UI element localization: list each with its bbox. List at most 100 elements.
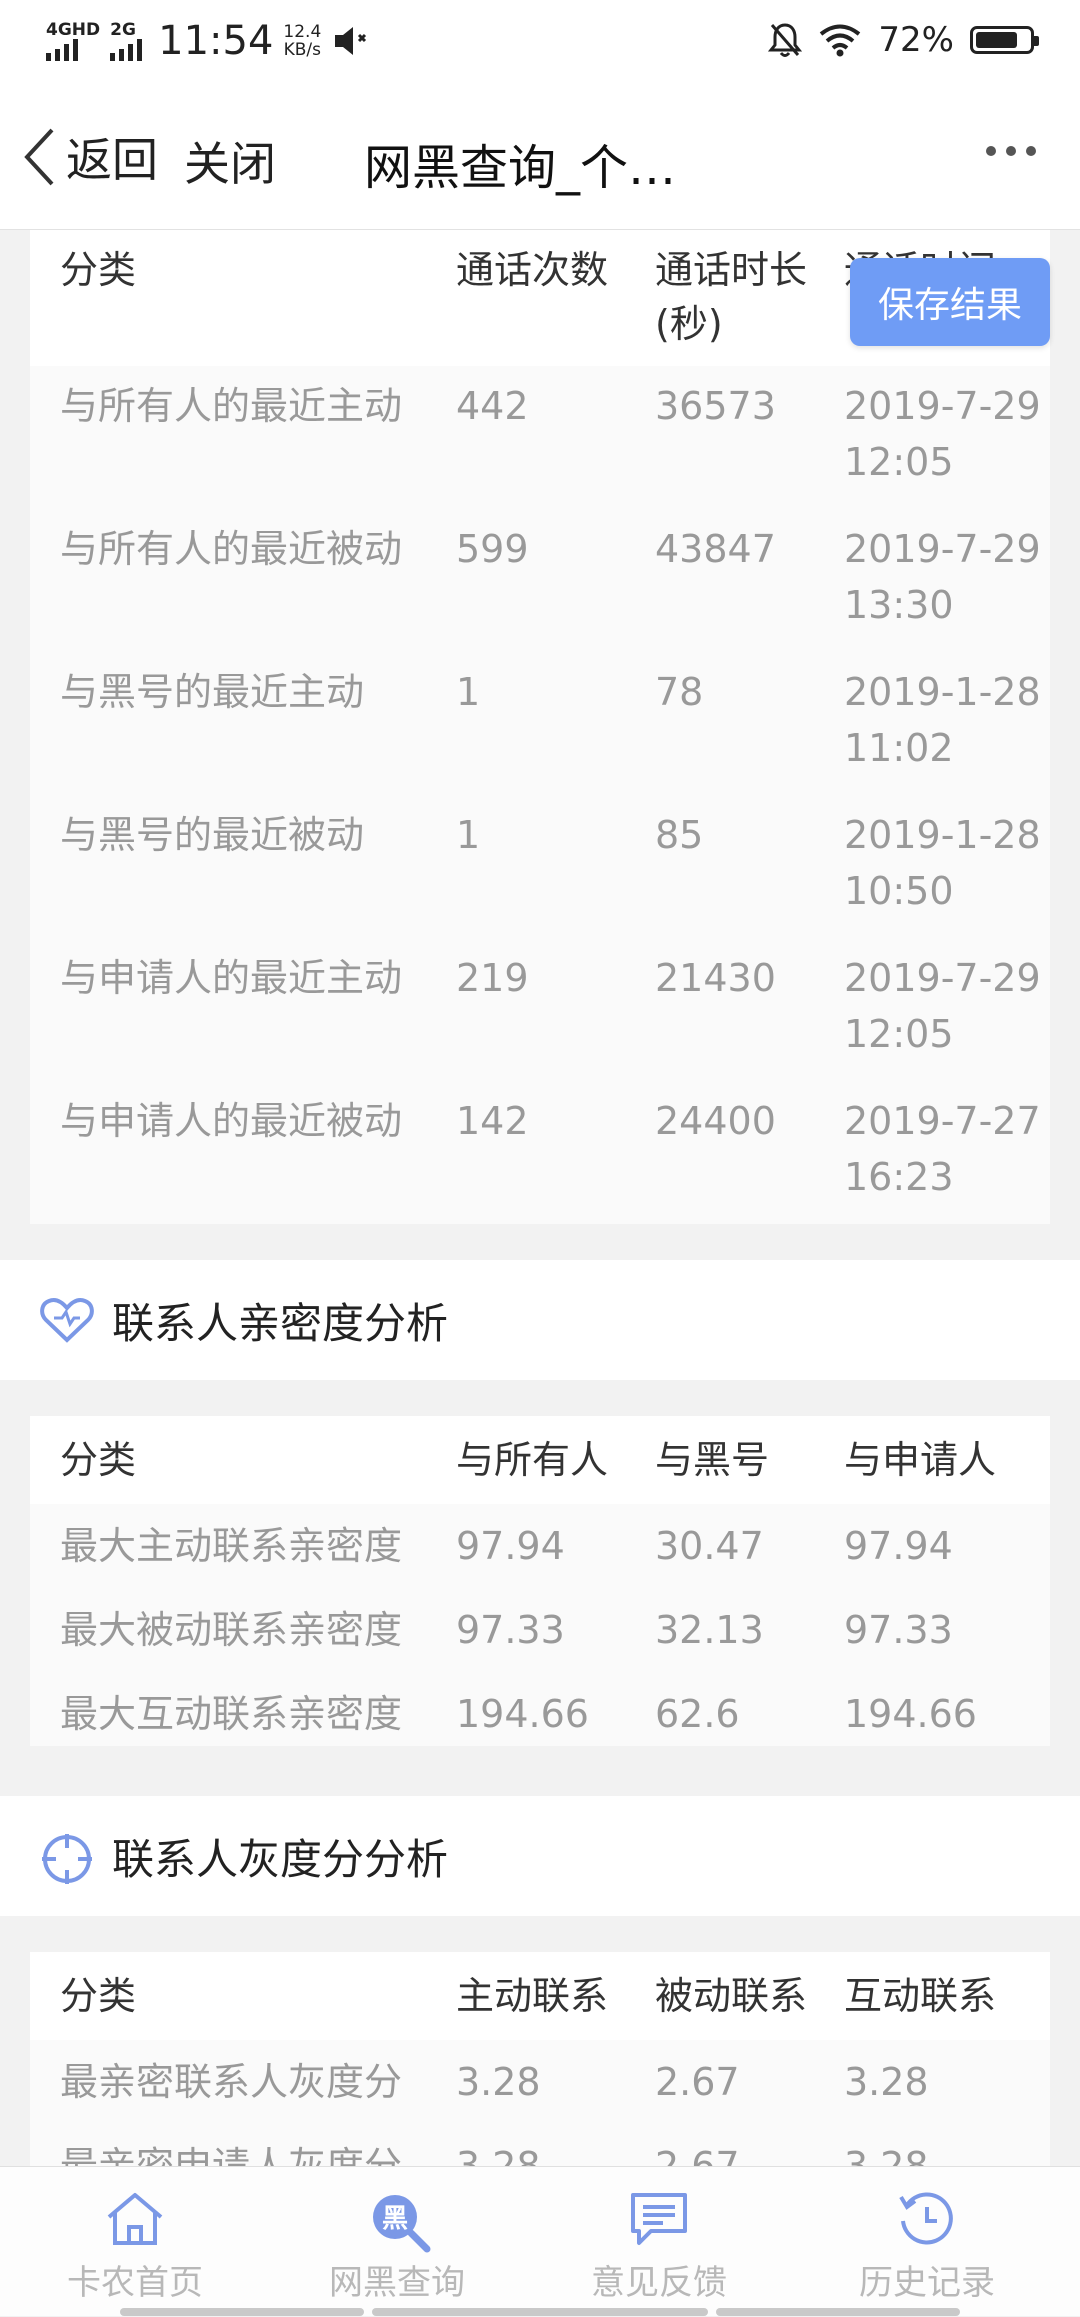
row-count: 442	[456, 384, 529, 428]
table-row: 与黑号的最近被动 1 85 2019-1-28 10:50	[30, 795, 1050, 938]
row-value: 62.6	[655, 1692, 740, 1736]
call-stats-table: 分类 通话次数 通话时长 (秒) 通话时间 与所有人的最近主动 442 3657…	[30, 230, 1050, 1224]
row-value: 3.28	[456, 2144, 541, 2166]
row-duration: 85	[655, 813, 704, 857]
intimacy-section-title: 联系人亲密度分析	[112, 1299, 449, 1348]
gray-section-header: 联系人灰度分分析	[0, 1796, 1080, 1916]
tab-home[interactable]: 卡农首页	[0, 2167, 270, 2317]
tab-blacklist-search[interactable]: 黑 网黑查询	[262, 2167, 532, 2317]
intimacy-table-header: 分类 与所有人 与黑号 与申请人	[30, 1416, 1050, 1504]
row-date: 2019-7-29	[844, 384, 1041, 428]
header-count: 通话次数	[456, 248, 609, 292]
bell-off-icon	[768, 23, 803, 57]
tab-feedback[interactable]: 意见反馈	[524, 2167, 794, 2317]
row-count: 1	[456, 813, 481, 857]
gray-table-header: 分类 主动联系 被动联系 互动联系	[30, 1952, 1050, 2040]
intimacy-table: 分类 与所有人 与黑号 与申请人 最大主动联系亲密度 97.94 30.47 9…	[30, 1416, 1050, 1746]
tab-history[interactable]: 历史记录	[792, 2167, 1062, 2317]
row-count: 1	[456, 670, 481, 714]
row-date: 2019-7-27	[844, 1099, 1041, 1143]
header-category: 分类	[60, 248, 137, 292]
save-result-button[interactable]: 保存结果	[849, 258, 1050, 346]
row-category: 最亲密联系人灰度分	[60, 2060, 403, 2104]
row-category: 与黑号的最近被动	[60, 813, 365, 857]
row-category: 与申请人的最近被动	[60, 1099, 403, 1143]
header-applicant: 与申请人	[844, 1438, 997, 1482]
page-title: 网黑查询_个…	[364, 140, 677, 196]
blacklist-search-icon: 黑	[373, 2195, 431, 2253]
row-duration: 78	[655, 670, 704, 714]
crosshair-icon	[42, 1834, 92, 1884]
chevron-left-icon	[24, 128, 54, 186]
row-category: 与申请人的最近主动	[60, 956, 403, 1000]
gesture-bar	[716, 2308, 960, 2316]
tab-history-label: 历史记录	[859, 2263, 995, 2303]
row-time: 12:05	[844, 440, 954, 484]
row-date: 2019-1-28	[844, 813, 1041, 857]
network-speed-value: 12.4	[283, 22, 322, 42]
signal-4g-label: 4GHD	[46, 20, 101, 40]
signal-bars-icon	[110, 39, 143, 61]
network-speed-unit: KB/s	[283, 40, 322, 60]
table-row: 最大互动联系亲密度 194.66 62.6 194.66	[30, 1672, 1050, 1756]
table-row: 与申请人的最近被动 142 24400 2019-7-27 16:23	[30, 1081, 1050, 1224]
content-scroll[interactable]: 分类 通话次数 通话时长 (秒) 通话时间 与所有人的最近主动 442 3657…	[0, 230, 1080, 2166]
row-date: 2019-7-29	[844, 956, 1041, 1000]
back-button[interactable]: 返回	[22, 124, 158, 190]
tab-blacklist-search-label: 网黑查询	[329, 2263, 465, 2303]
row-category: 最亲密申请人灰度分	[60, 2144, 403, 2166]
feedback-icon	[631, 2193, 687, 2245]
row-duration: 43847	[655, 527, 776, 571]
home-icon	[107, 2193, 163, 2245]
bottom-tab-bar: 卡农首页 黑 网黑查询 意见反馈 历史记录	[0, 2166, 1080, 2316]
row-time: 13:30	[844, 583, 954, 627]
gesture-bar	[372, 2308, 708, 2316]
header-duration-unit: (秒)	[655, 302, 723, 346]
row-category: 最大互动联系亲密度	[60, 1692, 403, 1736]
nav-bar: 返回 关闭 网黑查询_个…	[0, 84, 1080, 230]
row-value: 194.66	[844, 1692, 977, 1736]
row-value: 3.28	[844, 2060, 929, 2104]
table-row: 最大被动联系亲密度 97.33 32.13 97.33	[30, 1588, 1050, 1672]
header-category: 分类	[60, 1974, 137, 2018]
row-value: 32.13	[655, 1608, 764, 1652]
table-row: 与申请人的最近主动 219 21430 2019-7-29 12:05	[30, 938, 1050, 1081]
close-button[interactable]: 关闭	[184, 128, 276, 194]
wifi-icon	[820, 24, 861, 57]
battery-percent: 72%	[878, 20, 954, 60]
signal-2g-label: 2G	[110, 20, 136, 40]
header-black: 与黑号	[655, 1438, 770, 1482]
table-row: 与黑号的最近主动 1 78 2019-1-28 11:02	[30, 652, 1050, 795]
speaker-mute-icon	[335, 27, 367, 55]
status-right: 72%	[768, 20, 1039, 60]
row-date: 2019-7-29	[844, 527, 1041, 571]
network-speed: 12.4 KB/s	[283, 23, 321, 59]
row-category: 与所有人的最近主动	[60, 384, 403, 428]
row-count: 599	[456, 527, 529, 571]
back-label: 返回	[66, 133, 158, 187]
table-row: 与所有人的最近被动 599 43847 2019-7-29 13:30	[30, 509, 1050, 652]
more-menu-button[interactable]	[986, 146, 1036, 156]
row-value: 194.66	[456, 1692, 589, 1736]
header-category: 分类	[60, 1438, 137, 1482]
more-dot-icon	[1006, 146, 1016, 156]
header-mutual: 互动联系	[844, 1974, 997, 2018]
tab-home-label: 卡农首页	[67, 2263, 203, 2303]
row-value: 3.28	[456, 2060, 541, 2104]
status-time: 11:54	[158, 18, 274, 64]
header-passive: 被动联系	[655, 1974, 808, 2018]
more-dot-icon	[986, 146, 996, 156]
row-category: 最大主动联系亲密度	[60, 1524, 403, 1568]
header-duration: 通话时长	[655, 248, 808, 292]
header-active: 主动联系	[456, 1974, 609, 2018]
row-time: 10:50	[844, 869, 954, 913]
row-duration: 21430	[655, 956, 776, 1000]
table-row: 最亲密联系人灰度分 3.28 2.67 3.28	[30, 2040, 1050, 2124]
heart-icon	[40, 1297, 94, 1343]
status-left: 4GHD 2G 11:54 12.4 KB/s	[46, 18, 371, 64]
row-count: 142	[456, 1099, 529, 1143]
more-dot-icon	[1026, 146, 1036, 156]
row-value: 97.94	[844, 1524, 953, 1568]
row-value: 97.33	[844, 1608, 953, 1652]
table-row: 最亲密申请人灰度分 3.28 2.67 3.28	[30, 2124, 1050, 2166]
